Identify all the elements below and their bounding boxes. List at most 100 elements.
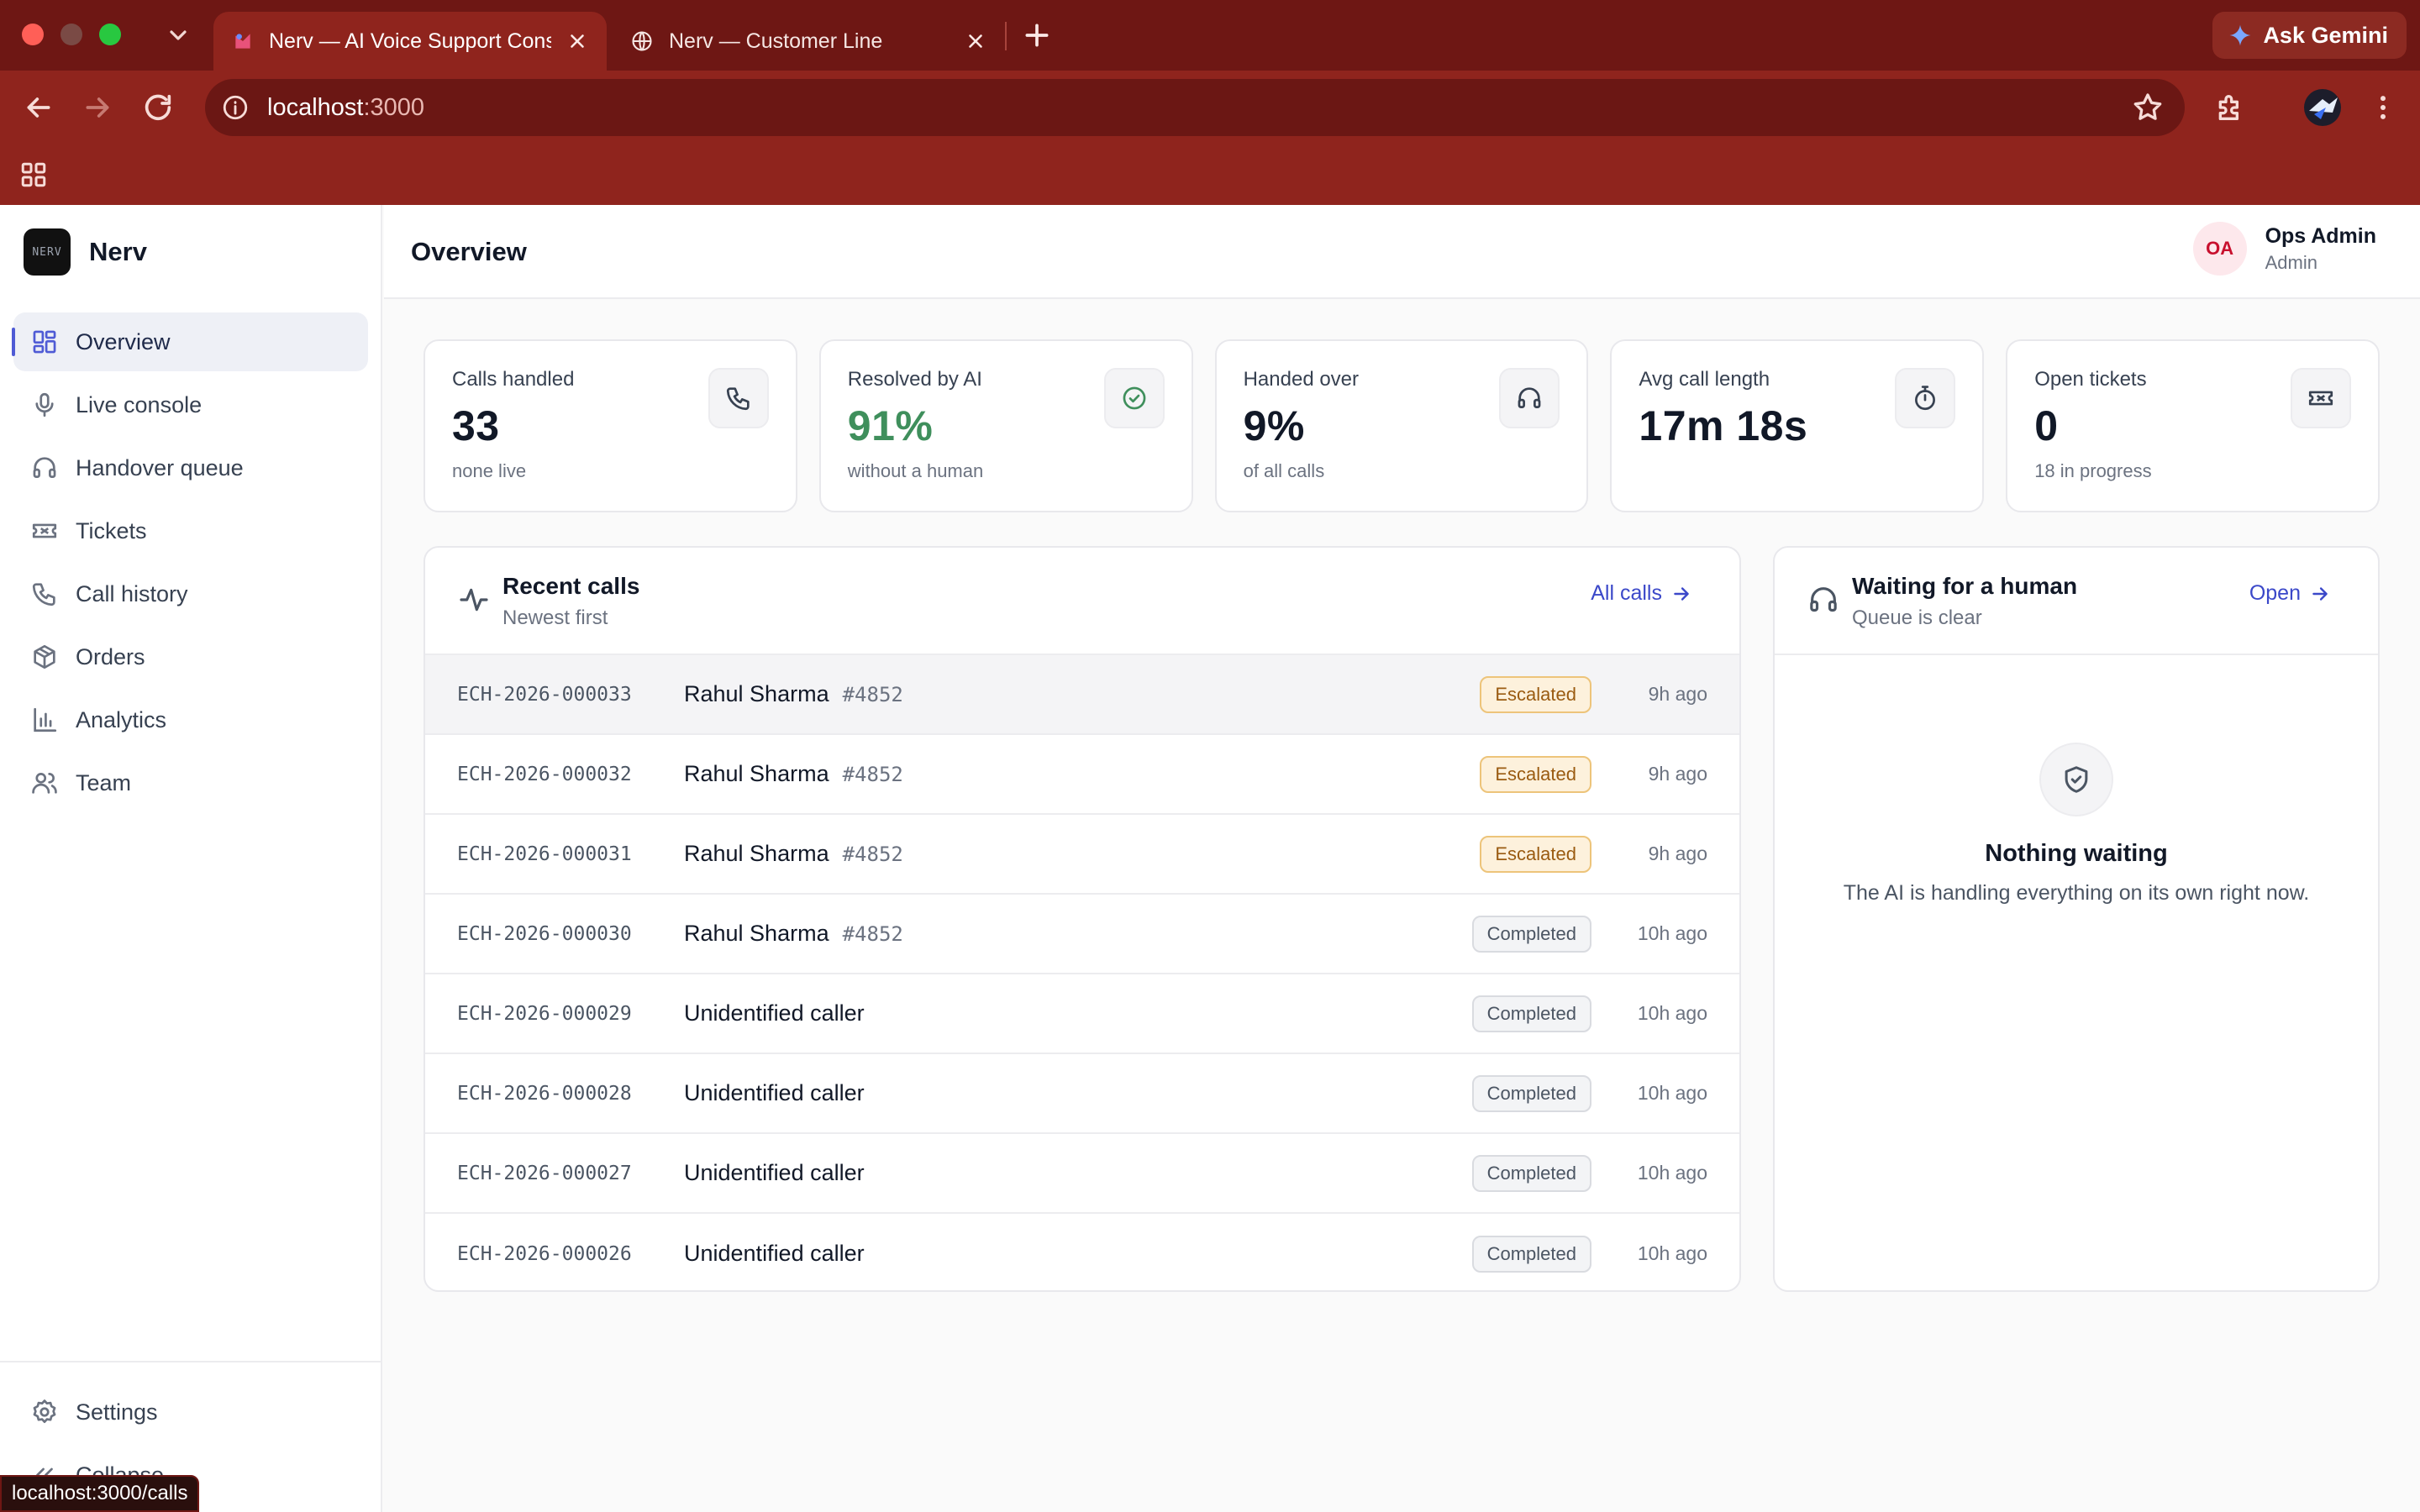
back-arrow-icon[interactable] (22, 91, 55, 124)
call-time: 10h ago (1637, 1082, 1707, 1104)
close-tab-icon[interactable] (965, 30, 986, 52)
sidebar-item-label: Overview (76, 328, 171, 354)
call-id: ECH-2026-000032 (457, 763, 632, 785)
arrow-right-icon (1674, 586, 1689, 601)
order-ref: #4852 (842, 682, 903, 706)
sidebar-item-analytics[interactable]: Analytics (13, 690, 368, 749)
tab-search-chevron-down-icon[interactable] (165, 22, 192, 49)
tab-title: Nerv — AI Voice Support Console (269, 29, 551, 53)
recent-calls-subtitle: Newest first (502, 606, 608, 629)
all-calls-label: All calls (1591, 581, 1662, 605)
page-title: Overview (411, 237, 527, 266)
browser-chrome: Nerv — AI Voice Support Console Nerv — C… (0, 0, 2420, 205)
address-bar[interactable]: localhost:3000 (205, 79, 2185, 136)
tab-title: Nerv — Customer Line (669, 29, 883, 53)
sidebar-item-label: Analytics (76, 706, 167, 732)
call-time: 10h ago (1637, 1242, 1707, 1264)
maximize-window-button[interactable] (99, 24, 121, 45)
stat-card-open-tickets: Open tickets 0 18 in progress (2006, 339, 2380, 512)
sidebar-item-live-console[interactable]: Live console (13, 375, 368, 434)
sidebar-item-call-history[interactable]: Call history (13, 564, 368, 623)
order-ref: #4852 (842, 921, 903, 946)
call-time: 10h ago (1637, 1162, 1707, 1184)
status-badge: Escalated (1480, 835, 1591, 873)
table-row[interactable]: ECH-2026-000027 Unidentified caller Comp… (425, 1134, 1739, 1214)
bookmark-star-icon[interactable] (2131, 91, 2165, 124)
waiting-queue-subtitle: Queue is clear (1852, 606, 1982, 629)
caller-name: Rahul Sharma (684, 761, 829, 786)
caller-name: Unidentified caller (684, 1000, 865, 1026)
globe-icon (632, 31, 652, 51)
package-icon (34, 644, 55, 669)
extensions-puzzle-icon[interactable] (2213, 91, 2247, 124)
sidebar-nav: Overview Live console Handover queue Tic… (12, 312, 368, 816)
tab-divider (1005, 22, 1007, 50)
caller-name: Rahul Sharma (684, 921, 829, 946)
call-id: ECH-2026-000028 (457, 1082, 632, 1105)
profile-avatar[interactable] (2304, 89, 2341, 126)
sidebar-item-label: Live console (76, 391, 203, 417)
minimize-window-button[interactable] (60, 24, 82, 45)
forward-arrow-icon[interactable] (81, 91, 114, 124)
order-ref: #4852 (842, 762, 903, 786)
table-row[interactable]: ECH-2026-000029 Unidentified caller Comp… (425, 974, 1739, 1054)
status-badge: Completed (1471, 995, 1591, 1032)
table-row[interactable]: ECH-2026-000030 Rahul Sharma #4852 Compl… (425, 895, 1739, 974)
site-info-icon[interactable] (217, 89, 254, 126)
sidebar-item-label: Call history (76, 580, 188, 606)
close-window-button[interactable] (22, 24, 44, 45)
browser-tab-active[interactable]: Nerv — AI Voice Support Console (213, 12, 607, 71)
browser-menu-icon[interactable] (2366, 91, 2400, 124)
status-badge: Completed (1471, 1074, 1591, 1112)
all-calls-link[interactable]: All calls (1591, 581, 1692, 606)
waiting-queue-title: Waiting for a human (1852, 573, 2078, 599)
status-badge: Escalated (1480, 755, 1591, 793)
sidebar-item-handover-queue[interactable]: Handover queue (13, 438, 368, 497)
status-badge: Completed (1471, 1154, 1591, 1192)
sidebar-item-settings[interactable]: Settings (13, 1383, 367, 1441)
sidebar-item-orders[interactable]: Orders (13, 627, 368, 686)
open-queue-link[interactable]: Open (2249, 581, 2331, 606)
waiting-queue-header: Waiting for a human Queue is clear Open (1775, 548, 2378, 655)
app-root: NERV Nerv Overview Live console Handover… (0, 205, 2420, 1512)
stat-card-handed-over: Handed over 9% of all calls (1214, 339, 1589, 512)
nerv-logo: NERV (24, 228, 71, 276)
phone-icon (708, 368, 769, 428)
headset-icon (1499, 368, 1560, 428)
sidebar-item-overview[interactable]: Overview (12, 312, 368, 371)
table-row[interactable]: ECH-2026-000032 Rahul Sharma #4852 Escal… (425, 735, 1739, 815)
sidebar-item-tickets[interactable]: Tickets (13, 501, 368, 560)
bar-chart-icon (34, 707, 57, 732)
call-id: ECH-2026-000029 (457, 1002, 632, 1025)
table-row[interactable]: ECH-2026-000028 Unidentified caller Comp… (425, 1054, 1739, 1134)
table-row[interactable]: ECH-2026-000033 Rahul Sharma #4852 Escal… (425, 655, 1739, 735)
headset-icon (1807, 583, 1840, 617)
close-tab-icon[interactable] (566, 30, 588, 52)
user-role: Admin (2265, 251, 2317, 273)
recent-calls-panel: Recent calls Newest first All calls ECH-… (424, 546, 1741, 1292)
user-menu[interactable]: OA Ops Admin Admin (2192, 222, 2376, 276)
table-row[interactable]: ECH-2026-000026 Unidentified caller Comp… (425, 1214, 1739, 1290)
brand[interactable]: NERV Nerv (24, 228, 147, 276)
stat-sub: of all calls (1243, 460, 1325, 481)
dashboard-icon (33, 330, 56, 354)
gear-icon (33, 1399, 56, 1424)
browser-toolbar: localhost:3000 (0, 71, 2420, 144)
browser-tab[interactable]: Nerv — Customer Line (612, 12, 1005, 71)
arrow-right-icon (2312, 586, 2328, 601)
activity-icon (457, 583, 491, 617)
nerv-favicon-icon (235, 34, 250, 49)
reload-icon[interactable] (141, 91, 175, 124)
sidebar-item-label: Settings (76, 1399, 158, 1425)
caller-name: Rahul Sharma (684, 841, 829, 866)
stats-row: Calls handled 33 none live Resolved by A… (424, 339, 2380, 512)
new-tab-plus-icon[interactable] (1020, 18, 1054, 52)
sidebar-item-team[interactable]: Team (13, 753, 368, 812)
table-row[interactable]: ECH-2026-000031 Rahul Sharma #4852 Escal… (425, 815, 1739, 895)
open-queue-label: Open (2249, 581, 2301, 605)
ask-gemini-button[interactable]: Ask Gemini (2212, 12, 2407, 59)
apps-grid-icon[interactable] (18, 160, 49, 190)
stat-card-avg-call-length: Avg call length 17m 18s (1610, 339, 1985, 512)
stat-sub: without a human (847, 460, 984, 481)
sidebar-item-label: Team (76, 769, 132, 795)
